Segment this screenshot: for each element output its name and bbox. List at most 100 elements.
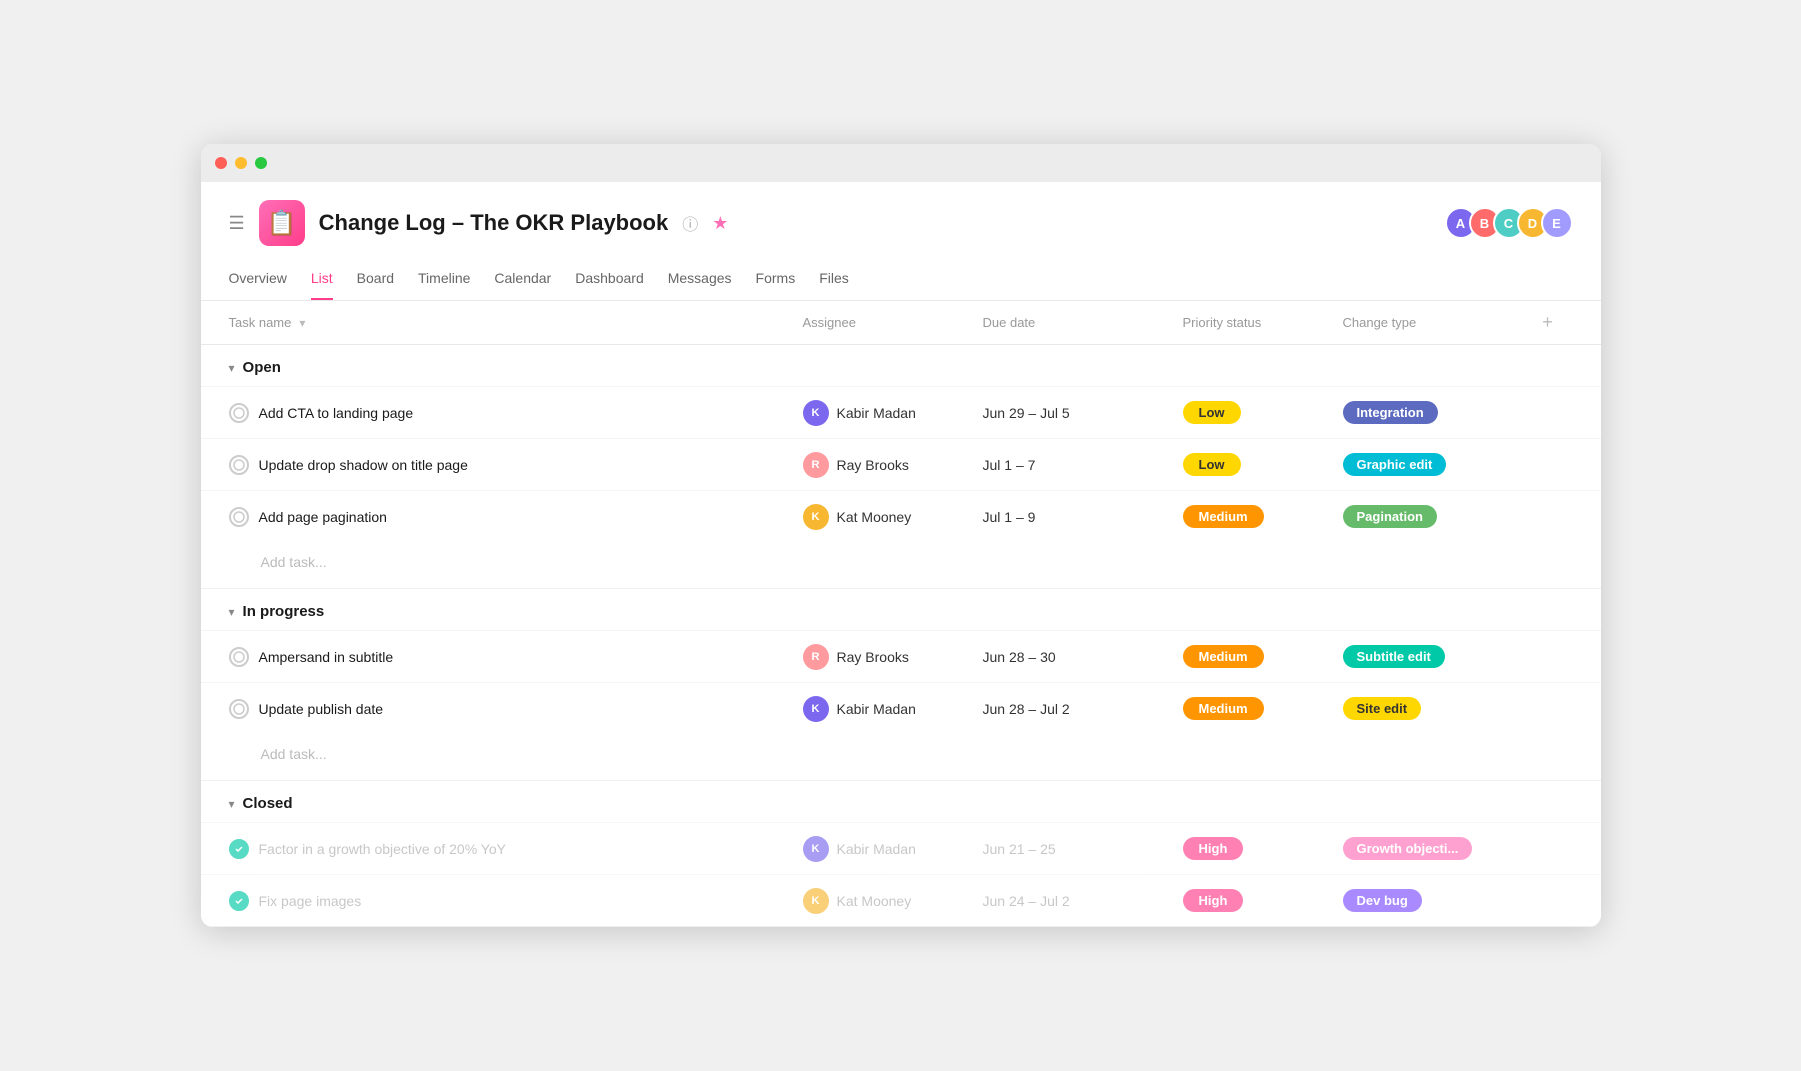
- task-name: Factor in a growth objective of 20% YoY: [259, 841, 506, 857]
- task-check[interactable]: [229, 839, 249, 859]
- section-closed-title: Closed: [243, 795, 293, 812]
- priority-badge[interactable]: Medium: [1183, 645, 1264, 668]
- tab-board[interactable]: Board: [357, 262, 394, 300]
- section-open-chevron[interactable]: ▾: [229, 361, 235, 375]
- task-row: Update publish date K Kabir Madan Jun 28…: [201, 682, 1601, 734]
- priority-cell: Medium: [1183, 697, 1343, 720]
- project-title: Change Log – The OKR Playbook: [319, 210, 669, 236]
- type-badge[interactable]: Growth objecti...: [1343, 837, 1473, 860]
- section-in-progress-header: ▾ In progress: [201, 589, 1601, 630]
- avatar-group[interactable]: A B C D E: [1445, 207, 1573, 239]
- type-cell: Pagination: [1343, 505, 1523, 528]
- minimize-button[interactable]: [235, 157, 247, 169]
- assignee-avatar: K: [803, 888, 829, 914]
- col-task-name: Task name ▾: [229, 315, 803, 330]
- tab-files[interactable]: Files: [819, 262, 849, 300]
- due-date: Jun 24 – Jul 2: [983, 893, 1183, 909]
- priority-badge[interactable]: High: [1183, 889, 1244, 912]
- task-row: Add CTA to landing page K Kabir Madan Ju…: [201, 386, 1601, 438]
- priority-badge[interactable]: Low: [1183, 401, 1241, 424]
- col-task-name-label: Task name: [229, 315, 292, 330]
- type-badge[interactable]: Dev bug: [1343, 889, 1422, 912]
- add-task-button[interactable]: Add task...: [261, 554, 327, 570]
- section-closed-header: ▾ Closed: [201, 781, 1601, 822]
- titlebar: [201, 144, 1601, 182]
- type-cell: Subtitle edit: [1343, 645, 1523, 668]
- section-in-progress: ▾ In progress Ampersand in subtitle R Ra…: [201, 589, 1601, 781]
- star-icon[interactable]: ★: [712, 213, 728, 234]
- task-check[interactable]: [229, 403, 249, 423]
- header-top: ☰ 📋 Change Log – The OKR Playbook ⓘ ★ A …: [229, 200, 1573, 246]
- section-closed: ▾ Closed Factor in a growth objective of…: [201, 781, 1601, 927]
- assignee-cell: K Kabir Madan: [803, 836, 983, 862]
- col-type: Change type: [1343, 315, 1523, 330]
- due-date: Jun 21 – 25: [983, 841, 1183, 857]
- type-cell: Site edit: [1343, 697, 1523, 720]
- task-check[interactable]: [229, 699, 249, 719]
- type-badge[interactable]: Site edit: [1343, 697, 1422, 720]
- type-badge[interactable]: Integration: [1343, 401, 1438, 424]
- type-badge[interactable]: Graphic edit: [1343, 453, 1447, 476]
- col-assignee: Assignee: [803, 315, 983, 330]
- tab-timeline[interactable]: Timeline: [418, 262, 470, 300]
- assignee-avatar: K: [803, 836, 829, 862]
- assignee-avatar: R: [803, 644, 829, 670]
- type-badge[interactable]: Pagination: [1343, 505, 1437, 528]
- assignee-cell: K Kat Mooney: [803, 888, 983, 914]
- assignee-name: Kabir Madan: [837, 701, 916, 717]
- section-in-progress-chevron[interactable]: ▾: [229, 605, 235, 619]
- section-closed-chevron[interactable]: ▾: [229, 797, 235, 811]
- type-cell: Dev bug: [1343, 889, 1523, 912]
- tab-messages[interactable]: Messages: [668, 262, 732, 300]
- task-name-cell: Update publish date: [229, 699, 803, 719]
- tab-forms[interactable]: Forms: [756, 262, 796, 300]
- add-task-button[interactable]: Add task...: [261, 746, 327, 762]
- assignee-cell: R Ray Brooks: [803, 452, 983, 478]
- task-name-chevron[interactable]: ▾: [299, 316, 305, 330]
- nav-tabs: Overview List Board Timeline Calendar Da…: [229, 262, 1573, 300]
- task-row: Add page pagination K Kat Mooney Jul 1 –…: [201, 490, 1601, 542]
- avatar[interactable]: E: [1541, 207, 1573, 239]
- task-name: Ampersand in subtitle: [259, 649, 394, 665]
- due-date: Jun 28 – 30: [983, 649, 1183, 665]
- info-icon[interactable]: ⓘ: [682, 211, 698, 235]
- app-icon-symbol: 📋: [267, 209, 297, 238]
- priority-badge[interactable]: Low: [1183, 453, 1241, 476]
- task-row: Ampersand in subtitle R Ray Brooks Jun 2…: [201, 630, 1601, 682]
- task-check[interactable]: [229, 647, 249, 667]
- col-priority: Priority status: [1183, 315, 1343, 330]
- task-check[interactable]: [229, 891, 249, 911]
- tab-overview[interactable]: Overview: [229, 262, 287, 300]
- priority-badge[interactable]: Medium: [1183, 697, 1264, 720]
- assignee-name: Kat Mooney: [837, 509, 912, 525]
- assignee-avatar: K: [803, 400, 829, 426]
- type-badge[interactable]: Subtitle edit: [1343, 645, 1445, 668]
- menu-icon[interactable]: ☰: [229, 213, 245, 234]
- assignee-cell: K Kat Mooney: [803, 504, 983, 530]
- priority-badge[interactable]: Medium: [1183, 505, 1264, 528]
- priority-badge[interactable]: High: [1183, 837, 1244, 860]
- task-check[interactable]: [229, 507, 249, 527]
- tab-calendar[interactable]: Calendar: [494, 262, 551, 300]
- assignee-name: Ray Brooks: [837, 649, 909, 665]
- due-date: Jul 1 – 7: [983, 457, 1183, 473]
- assignee-cell: K Kabir Madan: [803, 696, 983, 722]
- col-due-date: Due date: [983, 315, 1183, 330]
- due-date: Jun 29 – Jul 5: [983, 405, 1183, 421]
- tab-list[interactable]: List: [311, 262, 333, 300]
- task-check[interactable]: [229, 455, 249, 475]
- app-window: ☰ 📋 Change Log – The OKR Playbook ⓘ ★ A …: [201, 144, 1601, 927]
- assignee-name: Ray Brooks: [837, 457, 909, 473]
- add-column-button[interactable]: +: [1523, 312, 1573, 333]
- fullscreen-button[interactable]: [255, 157, 267, 169]
- priority-cell: Low: [1183, 401, 1343, 424]
- priority-cell: High: [1183, 889, 1343, 912]
- close-button[interactable]: [215, 157, 227, 169]
- tab-dashboard[interactable]: Dashboard: [575, 262, 644, 300]
- section-open-title: Open: [243, 359, 281, 376]
- task-name-cell: Factor in a growth objective of 20% YoY: [229, 839, 803, 859]
- task-name: Update publish date: [259, 701, 384, 717]
- task-name-cell: Ampersand in subtitle: [229, 647, 803, 667]
- section-open-header: ▾ Open: [201, 345, 1601, 386]
- task-row: Factor in a growth objective of 20% YoY …: [201, 822, 1601, 874]
